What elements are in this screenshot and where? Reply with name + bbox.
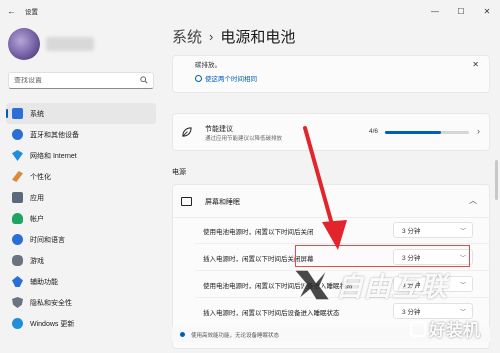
sidebar-item-system[interactable]: 系统 (6, 103, 156, 124)
chevron-down-icon: ﹀ (459, 310, 466, 316)
scrollbar[interactable] (495, 160, 498, 200)
energy-title: 节能建议 (205, 126, 233, 133)
sidebar-item-label: 网络和 Internet (30, 152, 77, 160)
search-input[interactable] (14, 77, 134, 84)
search-box[interactable] (8, 72, 154, 89)
chevron-right-icon: › (477, 126, 480, 136)
notice-card: 碳排放。 使这两个时间相同 ✕ (172, 55, 490, 93)
sidebar-item-label: 游戏 (30, 257, 44, 265)
info-dot-icon (180, 332, 185, 337)
chevron-down-icon: ﹀ (459, 283, 466, 289)
apps-icon (12, 192, 23, 203)
search-icon (140, 76, 148, 84)
sidebar-item-windows-update[interactable]: Windows 更新 (6, 313, 156, 334)
energy-subtitle: 通过应用节能建议以降低碳排放 (205, 136, 283, 142)
breadcrumb-separator: › (209, 29, 214, 44)
maximize-button[interactable]: ☐ (448, 0, 474, 22)
energy-progress-bar (385, 131, 469, 134)
sidebar-item-time-language[interactable]: 时间和语言 (6, 229, 156, 250)
sidebar-item-personalization[interactable]: 个性化 (6, 166, 156, 187)
energy-count: 4/6 (369, 128, 379, 135)
breadcrumb-parent[interactable]: 系统 (172, 26, 202, 47)
user-name-blurred (46, 37, 94, 51)
title-bar: ← 设置 — ☐ ✕ (0, 0, 500, 22)
setting-row: 使用电池电源时，闲置以下时间后关闭 3 分钟 ﹀ (173, 218, 491, 244)
watermark-corner: 好装机 (410, 316, 480, 341)
energy-recommendations-card[interactable]: 节能建议 通过应用节能建议以降低碳排放 4/6 › (172, 113, 490, 151)
setting-row-label: 使用电池电源时，闲置以下时间后关闭 (203, 229, 314, 236)
windows-update-icon (12, 318, 23, 329)
leaf-icon (182, 127, 192, 137)
sidebar-item-label: 帐户 (30, 215, 44, 223)
page-title: 电源和电池 (220, 29, 296, 46)
close-button[interactable]: ✕ (474, 0, 500, 22)
screen-sleep-title: 屏幕和睡眠 (205, 199, 240, 206)
setting-row-label: 插入电源时，闲置以下时间后设备进入睡眠状态 (203, 310, 340, 317)
minimize-button[interactable]: — (422, 0, 448, 22)
divider (195, 243, 491, 244)
timeout-dropdown[interactable]: 3 分钟 ﹀ (393, 222, 473, 238)
footer-note-text: 使用高效能功能，无论设备睡眠状态 (191, 332, 280, 339)
game-controller-icon (12, 255, 23, 266)
sidebar-item-gaming[interactable]: 游戏 (6, 250, 156, 271)
monitor-sleep-icon (181, 197, 192, 206)
globe-clock-icon (12, 234, 23, 245)
back-button[interactable]: ← (7, 6, 17, 16)
dropdown-value: 3 分钟 (402, 228, 421, 235)
avatar[interactable] (8, 28, 40, 60)
chevron-down-icon: ﹀ (459, 229, 466, 235)
accessibility-icon (12, 276, 23, 287)
watermark-logo-icon (292, 267, 332, 301)
sidebar-item-label: 系统 (30, 110, 44, 118)
account-icon (12, 213, 23, 224)
notice-text: 碳排放。 (195, 62, 221, 69)
bluetooth-icon (12, 129, 23, 140)
shield-icon (12, 297, 23, 308)
sidebar-item-label: 时间和语言 (30, 236, 65, 244)
dropdown-value: 3 分钟 (402, 309, 421, 316)
sidebar-item-label: Windows 更新 (30, 320, 75, 328)
notice-link[interactable]: 使这两个时间相同 (195, 73, 257, 83)
brush-icon (12, 171, 23, 182)
system-icon (12, 108, 23, 119)
watermark-badge-icon (410, 320, 426, 337)
sidebar-item-label: 个性化 (30, 173, 51, 181)
sidebar-item-privacy[interactable]: 隐私和安全性 (6, 292, 156, 313)
watermark-center: 自由互联 (292, 264, 448, 304)
sidebar-item-apps[interactable]: 应用 (6, 187, 156, 208)
sidebar-item-label: 辅助功能 (30, 278, 58, 286)
sidebar-nav: 系统 蓝牙和其他设备 网络和 Internet 个性化 应用 帐户 时间和语言 … (6, 103, 156, 334)
sidebar-item-network[interactable]: 网络和 Internet (6, 145, 156, 166)
sync-icon (195, 74, 202, 82)
sidebar-item-label: 蓝牙和其他设备 (30, 131, 79, 139)
close-icon[interactable]: ✕ (472, 60, 479, 69)
chevron-up-icon[interactable]: ︿ (469, 195, 477, 206)
watermark-corner-text: 好装机 (429, 321, 480, 340)
energy-progress-fill (385, 131, 441, 134)
power-section-label: 电源 (172, 169, 186, 176)
sidebar-item-accounts[interactable]: 帐户 (6, 208, 156, 229)
sidebar-item-label: 隐私和安全性 (30, 299, 72, 307)
watermark-center-text: 自由互联 (336, 271, 448, 302)
sidebar-item-label: 应用 (30, 194, 44, 202)
network-icon (12, 150, 23, 161)
sidebar-item-accessibility[interactable]: 辅助功能 (6, 271, 156, 292)
sidebar-item-bluetooth[interactable]: 蓝牙和其他设备 (6, 124, 156, 145)
notice-link-label: 使这两个时间相同 (205, 76, 257, 83)
window-controls: — ☐ ✕ (422, 0, 500, 22)
window-title: 设置 (25, 9, 38, 16)
breadcrumb: 系统 › 电源和电池 (172, 26, 295, 47)
